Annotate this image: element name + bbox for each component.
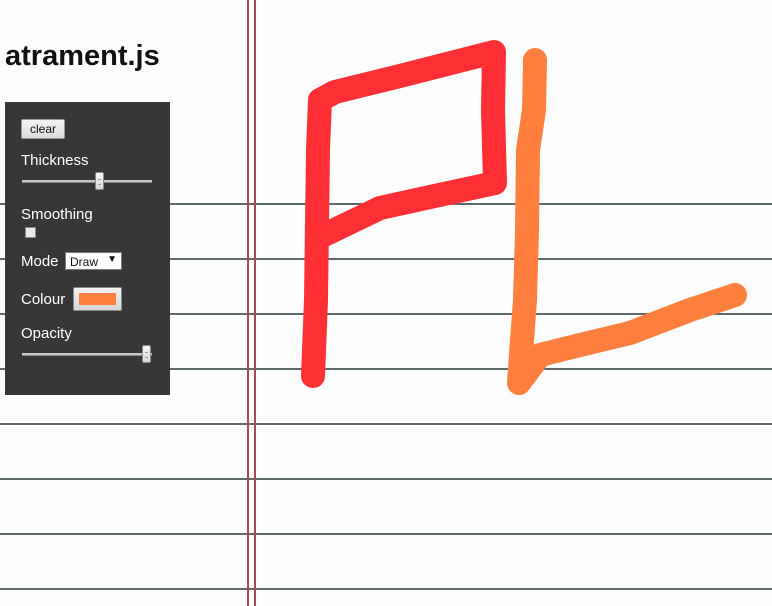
- colour-label: Colour: [21, 291, 66, 308]
- orange-stroke: [507, 48, 747, 395]
- mode-label: Mode: [21, 253, 59, 270]
- thickness-slider[interactable]: [22, 172, 152, 192]
- thickness-label: Thickness: [21, 152, 89, 169]
- mode-select-value: Draw: [70, 255, 99, 269]
- red-stroke: [301, 40, 507, 388]
- chevron-down-icon: ▼: [107, 254, 117, 265]
- smoothing-checkbox[interactable]: [25, 227, 36, 238]
- smoothing-label: Smoothing: [21, 206, 93, 223]
- opacity-label: Opacity: [21, 325, 72, 342]
- thickness-slider-thumb[interactable]: [95, 172, 104, 190]
- thickness-slider-track: [22, 180, 152, 183]
- opacity-slider-thumb[interactable]: [141, 345, 151, 363]
- opacity-slider[interactable]: [22, 345, 152, 365]
- clear-button[interactable]: clear: [21, 119, 65, 139]
- colour-picker-button[interactable]: [73, 287, 122, 311]
- opacity-slider-track: [22, 353, 152, 356]
- colour-swatch: [79, 293, 116, 305]
- page: atrament.js clear Thickness Smoothing Mo…: [0, 0, 772, 606]
- mode-select[interactable]: Draw ▼: [65, 252, 122, 270]
- controls-panel: clear Thickness Smoothing Mode Draw ▼ Co…: [5, 102, 170, 395]
- page-title: atrament.js: [5, 40, 160, 72]
